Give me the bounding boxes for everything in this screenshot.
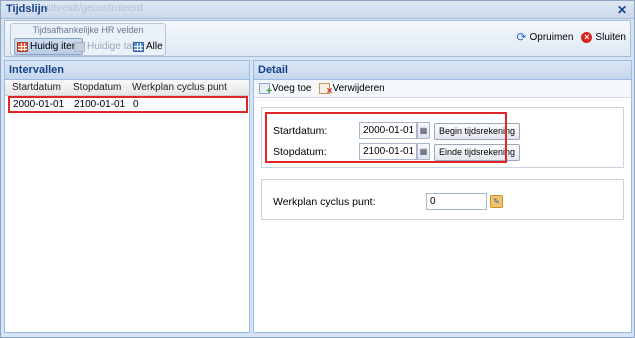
all-button[interactable]: Alle — [131, 38, 165, 55]
edit-icon[interactable]: ✎ — [490, 195, 503, 208]
add-label: Voeg toe — [272, 83, 312, 94]
column-header-stop[interactable]: Stopdatum — [73, 82, 121, 93]
dates-highlight — [265, 112, 507, 163]
cycle-label: Werkplan cyclus punt: — [273, 196, 376, 208]
cycle-fieldset: Werkplan cyclus punt: ✎ — [261, 179, 624, 220]
close-label: Sluiten — [595, 32, 626, 43]
current-tab-label: Huidige tab — [87, 41, 138, 52]
row-highlight — [8, 96, 248, 113]
delete-icon — [319, 83, 332, 97]
close-icon[interactable]: ✕ — [616, 4, 628, 16]
detail-toolbar: Voeg toe Verwijderen — [254, 80, 631, 98]
hr-fields-group-title: Tijdsafhankelijke HR velden — [32, 25, 144, 35]
detail-header: Detail — [254, 61, 631, 80]
stop-icon: × — [581, 32, 593, 43]
current-tab-button[interactable]: Huidige tab — [72, 38, 140, 55]
right-actions: ⟳ Opruimen × Sluiten — [516, 30, 626, 44]
cleanup-label: Opruimen — [529, 32, 574, 43]
window-ghost-title: uitbreidt/gecontroleerd — [43, 3, 143, 14]
column-header-cycle[interactable]: Werkplan cyclus punt — [132, 82, 227, 93]
grid-red-icon — [17, 41, 28, 52]
column-header-start[interactable]: Startdatum — [12, 82, 61, 93]
cleanup-button[interactable]: ⟳ Opruimen — [516, 30, 574, 44]
cycle-input[interactable] — [426, 193, 487, 210]
timeline-window: Tijdslijn uitbreidt/gecontroleerd ✕ Tijd… — [0, 0, 635, 338]
toolbar: Tijdsafhankelijke HR velden Huidig item … — [4, 20, 631, 57]
add-button[interactable]: Voeg toe — [259, 83, 312, 97]
grid-gray-icon — [74, 41, 85, 52]
delete-button[interactable]: Verwijderen — [319, 83, 385, 97]
refresh-icon: ⟳ — [516, 30, 527, 44]
window-title: Tijdslijn — [6, 3, 48, 15]
hr-fields-group: Tijdsafhankelijke HR velden Huidig item … — [10, 23, 166, 56]
intervals-grid-header: Startdatum Stopdatum Werkplan cyclus pun… — [5, 80, 249, 96]
grid-blue-icon — [133, 41, 144, 52]
intervals-header: Intervallen — [5, 61, 249, 80]
close-button[interactable]: × Sluiten — [581, 32, 626, 43]
all-label: Alle — [146, 41, 163, 52]
add-icon — [259, 83, 272, 97]
delete-label: Verwijderen — [332, 83, 385, 94]
detail-panel: Detail Voeg toe Verwijderen Startdatum: … — [253, 60, 632, 333]
intervals-panel: Intervallen Startdatum Stopdatum Werkpla… — [4, 60, 250, 333]
title-bar[interactable]: Tijdslijn uitbreidt/gecontroleerd ✕ — [1, 1, 634, 19]
